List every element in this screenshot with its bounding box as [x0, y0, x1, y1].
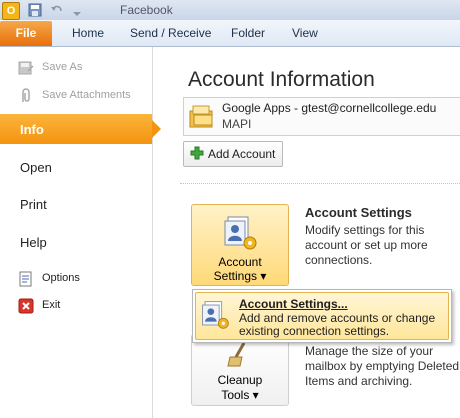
- save-as-icon: [18, 61, 34, 75]
- menu-item-description: Add and remove accounts or change existi…: [239, 311, 436, 338]
- nav-help[interactable]: Help: [0, 229, 152, 257]
- undo-icon[interactable]: [50, 3, 64, 17]
- tab-folder[interactable]: Folder: [231, 26, 265, 40]
- account-settings-icon: [202, 301, 229, 329]
- backstage-nav: Save As Save Attachments Info Open Print…: [0, 47, 161, 418]
- add-account-button[interactable]: Add Account: [183, 141, 283, 167]
- exit-icon: [18, 298, 34, 314]
- nav-save-as-label: Save As: [42, 61, 83, 73]
- plus-icon: [190, 146, 204, 160]
- account-settings-icon: [224, 216, 257, 250]
- save-attachments-icon: [22, 88, 30, 102]
- nav-print[interactable]: Print: [0, 191, 152, 219]
- nav-print-label: Print: [20, 197, 47, 212]
- nav-help-label: Help: [20, 235, 47, 250]
- page-title: Account Information: [188, 68, 375, 91]
- selected-arrow: [152, 120, 161, 138]
- tab-send-receive[interactable]: Send / Receive: [130, 26, 211, 40]
- save-icon[interactable]: [28, 3, 42, 17]
- account-name: Google Apps - gtest@cornellcollege.edu: [222, 101, 437, 115]
- tab-file[interactable]: File: [0, 21, 52, 46]
- cleanup-tools-button[interactable]: Cleanup Tools ▾: [191, 334, 289, 406]
- account-settings-heading: Account Settings: [305, 205, 412, 220]
- account-selector[interactable]: Google Apps - gtest@cornellcollege.edu M…: [183, 97, 460, 136]
- broom-icon: [227, 342, 246, 367]
- add-account-label: Add Account: [208, 147, 276, 161]
- nav-exit[interactable]: Exit: [0, 292, 152, 320]
- nav-options-label: Options: [42, 272, 80, 284]
- account-settings-menu: Account Settings... Add and remove accou…: [192, 289, 452, 343]
- tab-home[interactable]: Home: [72, 26, 104, 40]
- tab-view[interactable]: View: [292, 26, 318, 40]
- nav-info[interactable]: Info: [0, 114, 161, 144]
- nav-open-label: Open: [20, 160, 52, 175]
- account-icon: [189, 105, 213, 128]
- nav-save-attachments-label: Save Attachments: [42, 89, 131, 101]
- outlook-app-icon[interactable]: O: [2, 2, 20, 20]
- nav-options[interactable]: Options: [0, 265, 152, 293]
- options-icon: [19, 271, 32, 287]
- customize-icon[interactable]: [70, 3, 84, 17]
- account-type: MAPI: [222, 117, 252, 131]
- account-settings-button[interactable]: Account Settings ▾: [191, 204, 289, 286]
- cleanup-tools-line1: Cleanup: [217, 373, 263, 387]
- nav-save-attachments[interactable]: Save Attachments: [0, 82, 152, 110]
- window-title: Facebook: [120, 3, 173, 17]
- nav-save-as[interactable]: Save As: [0, 54, 152, 82]
- ribbon-tabs: File Home Send / Receive Folder View: [0, 20, 460, 47]
- cleanup-description: Manage the size of your mailbox by empty…: [305, 344, 460, 388]
- account-settings-line2: Settings ▾: [213, 269, 267, 283]
- cleanup-tools-line2: Tools ▾: [221, 388, 259, 402]
- nav-open[interactable]: Open: [0, 154, 152, 182]
- menu-item-account-settings[interactable]: Account Settings... Add and remove accou…: [195, 292, 449, 340]
- menu-item-title: Account Settings...: [239, 297, 348, 311]
- nav-info-label: Info: [20, 122, 44, 137]
- account-settings-line1: Account: [218, 255, 262, 269]
- title-bar: O Facebook: [0, 0, 460, 20]
- account-settings-description: Modify settings for this account or set …: [305, 223, 428, 267]
- section-divider: [180, 183, 460, 184]
- nav-exit-label: Exit: [42, 299, 61, 311]
